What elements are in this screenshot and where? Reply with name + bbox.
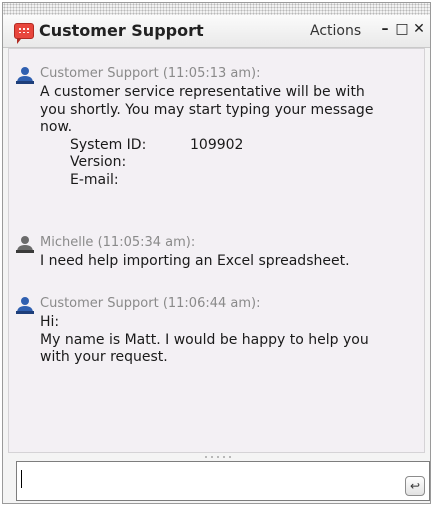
system-info: System ID: 109902 Version: E-mail: xyxy=(40,137,415,190)
version-label: Version: xyxy=(70,154,127,170)
message-line: A customer service representative will b… xyxy=(40,84,365,100)
window-title: Customer Support xyxy=(39,21,204,40)
chat-message: Michelle (11:05:34 am): I need help impo… xyxy=(15,235,415,271)
message-time: (11:05:34 am): xyxy=(97,235,196,250)
splitter-handle[interactable] xyxy=(203,455,233,459)
message-input[interactable]: ↩ xyxy=(16,461,430,501)
message-time: (11:06:44 am): xyxy=(162,296,261,311)
sender-name: Customer Support xyxy=(40,296,159,311)
close-button[interactable]: ✕ xyxy=(412,21,426,37)
chat-message: Customer Support (11:06:44 am): Hi: My n… xyxy=(15,296,415,367)
message-line: you shortly. You may start typing your m… xyxy=(40,101,374,118)
message-meta: Customer Support (11:06:44 am): xyxy=(40,296,260,311)
system-id-label: System ID: xyxy=(70,136,147,153)
text-caret xyxy=(21,470,22,488)
message-time: (11:05:13 am): xyxy=(162,66,261,81)
sender-name: Michelle xyxy=(40,235,94,250)
message-meta: Customer Support (11:05:13 am): xyxy=(40,66,260,81)
email-label: E-mail: xyxy=(70,171,119,188)
actions-menu[interactable]: Actions xyxy=(310,23,361,39)
message-body: Hi: My name is Matt. I would be happy to… xyxy=(40,314,415,367)
message-line: with your request. xyxy=(40,349,168,365)
message-line: My name is Matt. I would be happy to hel… xyxy=(40,331,369,348)
chat-message: Customer Support (11:05:13 am): A custom… xyxy=(15,66,415,189)
message-line: Hi: xyxy=(40,314,60,330)
user-person-icon xyxy=(16,236,34,253)
maximize-button[interactable]: □ xyxy=(395,21,409,37)
agent-person-icon xyxy=(16,297,34,314)
message-body: A customer service representative will b… xyxy=(40,84,415,189)
message-line: now. xyxy=(40,119,73,135)
minimize-button[interactable]: – xyxy=(378,21,392,37)
message-line: I need help importing an Excel spreadshe… xyxy=(40,253,350,269)
title-bar: Customer Support Actions – □ ✕ xyxy=(3,15,430,48)
chat-transcript[interactable]: Customer Support (11:05:13 am): A custom… xyxy=(8,48,425,453)
system-id-value: 109902 xyxy=(190,136,244,153)
sender-name: Customer Support xyxy=(40,66,159,81)
message-meta: Michelle (11:05:34 am): xyxy=(40,235,195,250)
chat-window: Customer Support Actions – □ ✕ Customer … xyxy=(2,2,431,504)
message-body: I need help importing an Excel spreadshe… xyxy=(40,253,415,271)
send-button[interactable]: ↩ xyxy=(405,476,425,496)
chat-bubble-icon xyxy=(14,23,34,44)
agent-person-icon xyxy=(16,67,34,84)
window-drag-grip[interactable] xyxy=(3,3,430,15)
